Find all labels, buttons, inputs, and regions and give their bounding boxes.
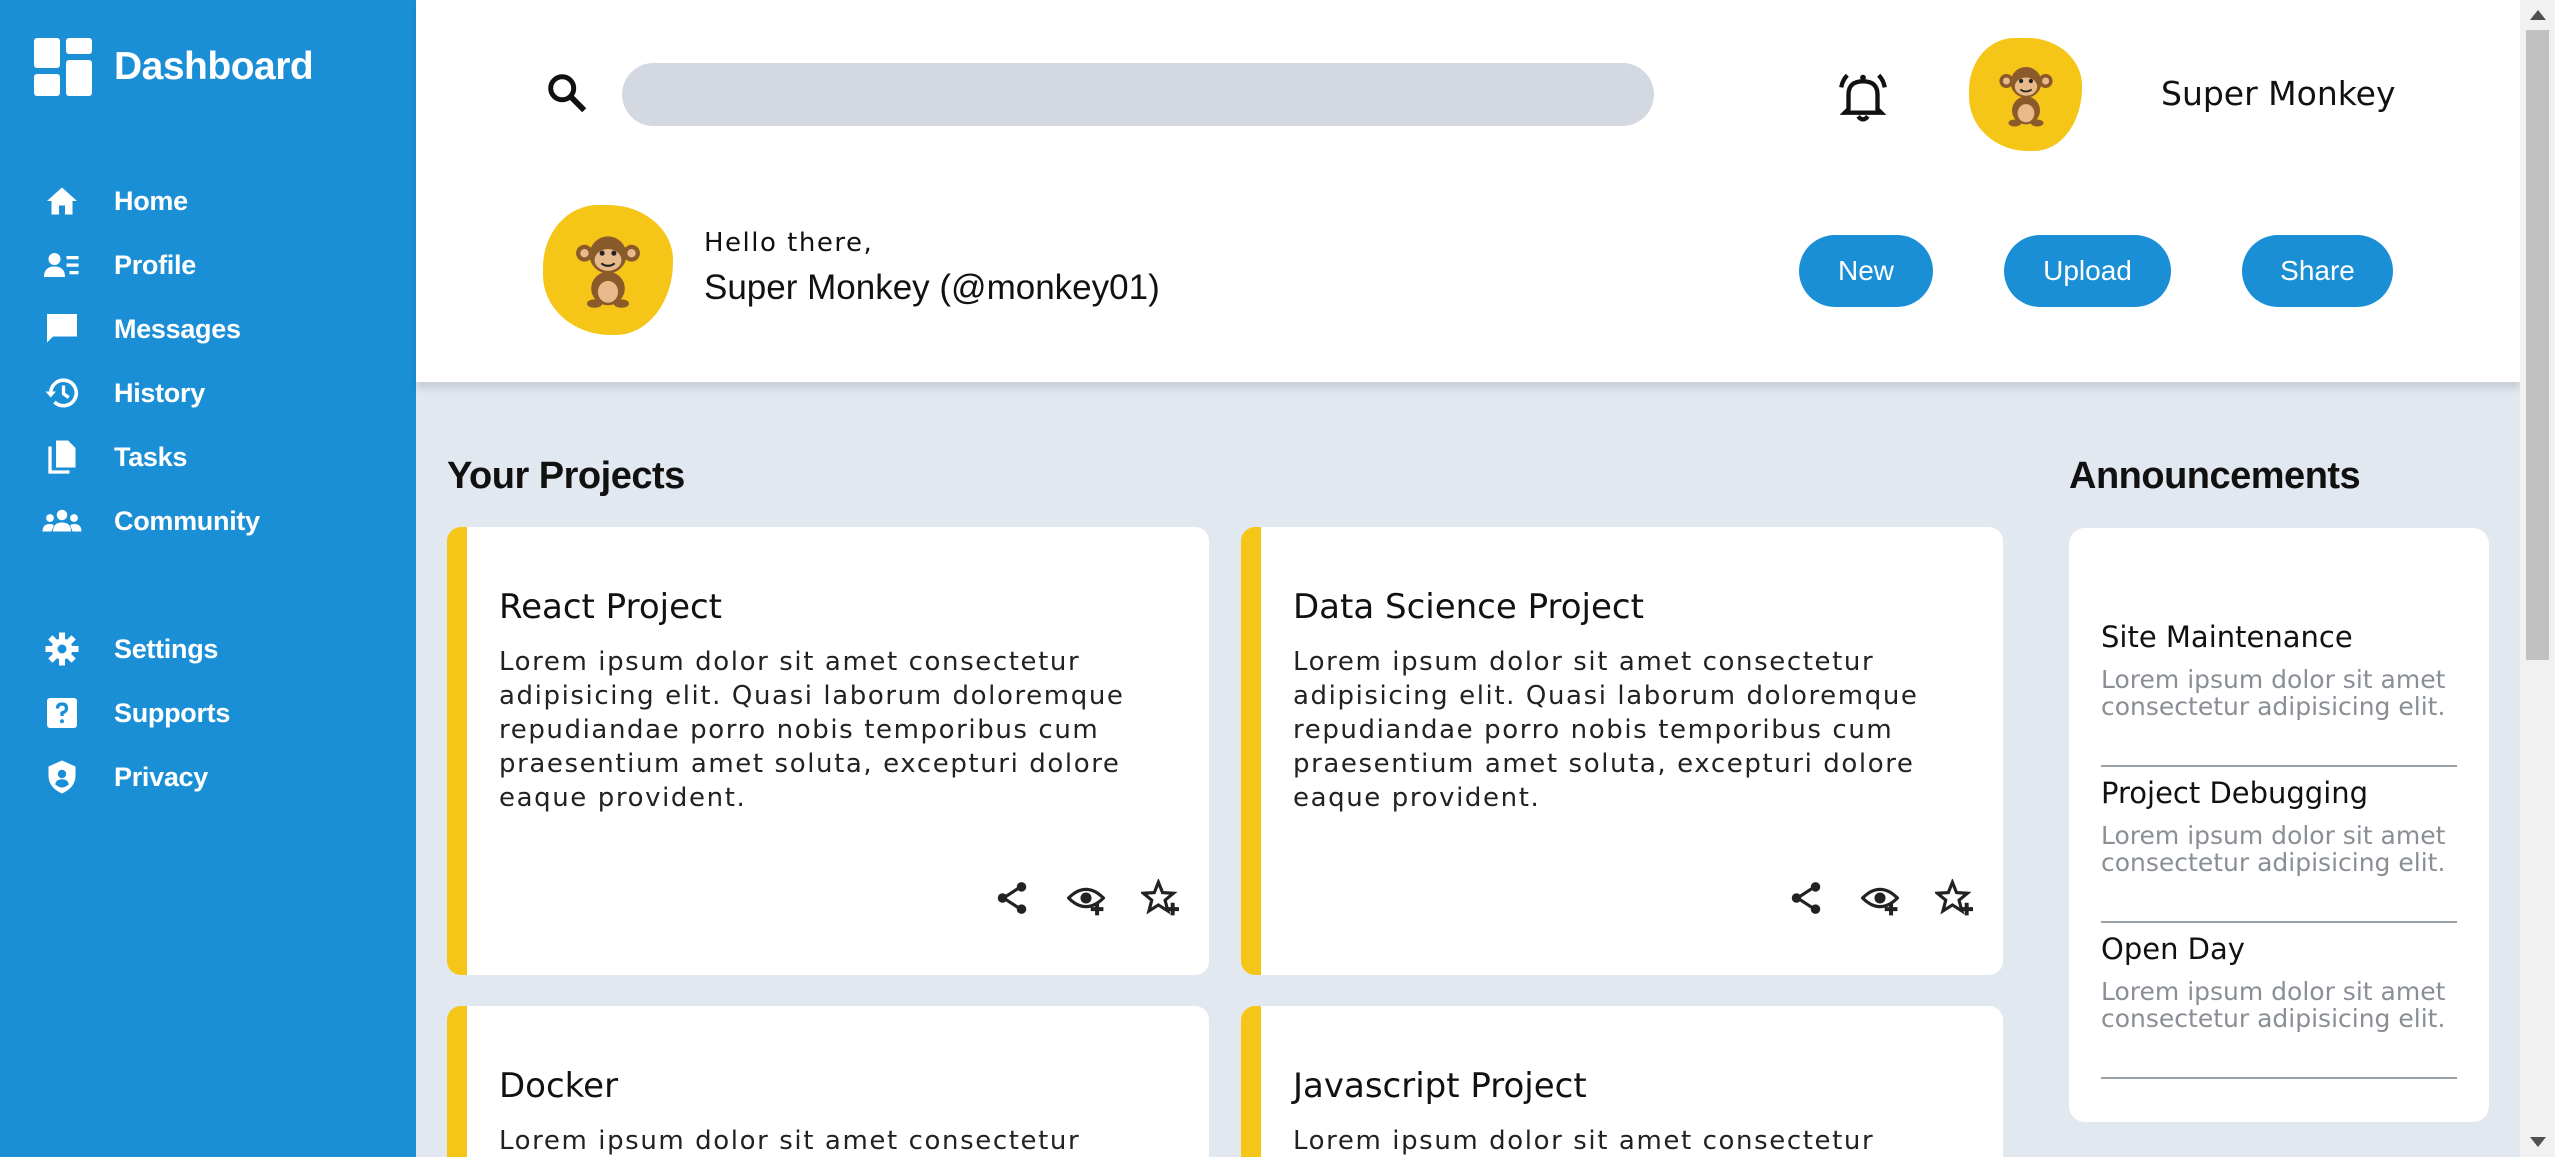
upload-button[interactable]: Upload (2004, 235, 2171, 307)
profile-avatar (543, 205, 673, 335)
tasks-icon (42, 437, 82, 477)
search-input[interactable] (622, 63, 1654, 126)
project-name: Data Science Project (1293, 587, 1644, 627)
project-name: Javascript Project (1293, 1066, 1587, 1106)
share-icon[interactable] (993, 879, 1031, 917)
search-icon[interactable] (544, 70, 590, 116)
greeting-name: Super Monkey (@monkey01) (704, 268, 1160, 307)
sidebar-item-profile[interactable]: Profile (42, 243, 196, 287)
announcement-title: Open Day (2101, 932, 2245, 966)
sidebar-item-home[interactable]: Home (42, 179, 188, 223)
sidebar-item-tasks[interactable]: Tasks (42, 435, 187, 479)
sidebar-item-history[interactable]: History (42, 371, 205, 415)
sidebar-item-label: Privacy (114, 761, 208, 792)
sidebar-item-label: Home (114, 185, 188, 216)
announcement-text: Lorem ipsum dolor sit amet consectetur a… (2101, 665, 2446, 721)
project-actions (993, 879, 1179, 917)
history-icon (42, 373, 82, 413)
project-description: Lorem ipsum dolor sit amet consectetur (499, 1126, 1081, 1156)
project-description: Lorem ipsum dolor sit amet consectetur a… (1293, 647, 1919, 813)
sidebar-item-messages[interactable]: Messages (42, 307, 241, 351)
messages-icon (42, 309, 82, 349)
project-card[interactable]: Javascript Project Lorem ipsum dolor sit… (1241, 1006, 2003, 1157)
profile-icon (42, 245, 82, 285)
announcement-item[interactable]: Open Day Lorem ipsum dolor sit amet cons… (2101, 932, 2457, 1079)
project-description: Lorem ipsum dolor sit amet consectetur (1293, 1126, 1875, 1156)
supports-icon (42, 693, 82, 733)
announcement-text: Lorem ipsum dolor sit amet consectetur a… (2101, 821, 2446, 877)
sidebar-item-label: History (114, 377, 205, 408)
star-add-icon[interactable] (1141, 879, 1179, 917)
settings-icon (42, 629, 82, 669)
share-icon[interactable] (1787, 879, 1825, 917)
project-card[interactable]: Data Science Project Lorem ipsum dolor s… (1241, 527, 2003, 975)
notification-bell-icon[interactable] (1834, 68, 1892, 126)
project-description: Lorem ipsum dolor sit amet consectetur a… (499, 647, 1125, 813)
announcement-item[interactable]: Site Maintenance Lorem ipsum dolor sit a… (2101, 620, 2457, 767)
watch-add-icon[interactable] (1067, 879, 1105, 917)
avatar[interactable] (1969, 38, 2082, 151)
star-add-icon[interactable] (1935, 879, 1973, 917)
projects-title: Your Projects (447, 455, 685, 497)
sidebar: Dashboard Home Profile Messages History … (0, 0, 416, 1157)
greeting-text: Hello there, (704, 228, 874, 258)
sidebar-item-settings[interactable]: Settings (42, 627, 218, 671)
user-name[interactable]: Super Monkey (2161, 74, 2396, 113)
project-card[interactable]: Docker Lorem ipsum dolor sit amet consec… (447, 1006, 1209, 1157)
monkey-avatar-icon (566, 228, 650, 312)
sidebar-item-label: Profile (114, 249, 196, 280)
new-button[interactable]: New (1799, 235, 1933, 307)
home-icon (42, 181, 82, 221)
project-actions (1787, 879, 1973, 917)
brand[interactable]: Dashboard (34, 38, 314, 96)
project-name: Docker (499, 1066, 619, 1106)
project-card[interactable]: React Project Lorem ipsum dolor sit amet… (447, 527, 1209, 975)
sidebar-item-label: Community (114, 505, 260, 536)
announcements-title: Announcements (2069, 455, 2361, 497)
sidebar-item-label: Tasks (114, 441, 188, 472)
announcement-text: Lorem ipsum dolor sit amet consectetur a… (2101, 977, 2446, 1033)
scroll-thumb[interactable] (2526, 30, 2549, 660)
scroll-up-arrow-icon[interactable] (2530, 10, 2546, 20)
header: Super Monkey Hello there, Super Monkey (… (416, 0, 2520, 382)
sidebar-item-community[interactable]: Community (42, 499, 260, 543)
announcements-panel: Site Maintenance Lorem ipsum dolor sit a… (2069, 528, 2489, 1122)
community-icon (42, 501, 82, 541)
announcement-title: Project Debugging (2101, 776, 2369, 810)
announcement-title: Site Maintenance (2101, 620, 2353, 654)
brand-title: Dashboard (114, 45, 314, 88)
privacy-icon (42, 757, 82, 797)
sidebar-item-supports[interactable]: Supports (42, 691, 230, 735)
vertical-scrollbar[interactable] (2520, 0, 2555, 1157)
scroll-down-arrow-icon[interactable] (2530, 1137, 2546, 1147)
announcement-item[interactable]: Project Debugging Lorem ipsum dolor sit … (2101, 776, 2457, 923)
sidebar-item-label: Supports (114, 697, 231, 728)
monkey-avatar-icon (1991, 60, 2061, 130)
watch-add-icon[interactable] (1861, 879, 1899, 917)
share-button[interactable]: Share (2242, 235, 2393, 307)
sidebar-item-label: Settings (114, 633, 219, 664)
dashboard-logo-icon (34, 38, 92, 96)
sidebar-item-label: Messages (114, 313, 241, 344)
project-name: React Project (499, 587, 723, 627)
sidebar-item-privacy[interactable]: Privacy (42, 755, 208, 799)
